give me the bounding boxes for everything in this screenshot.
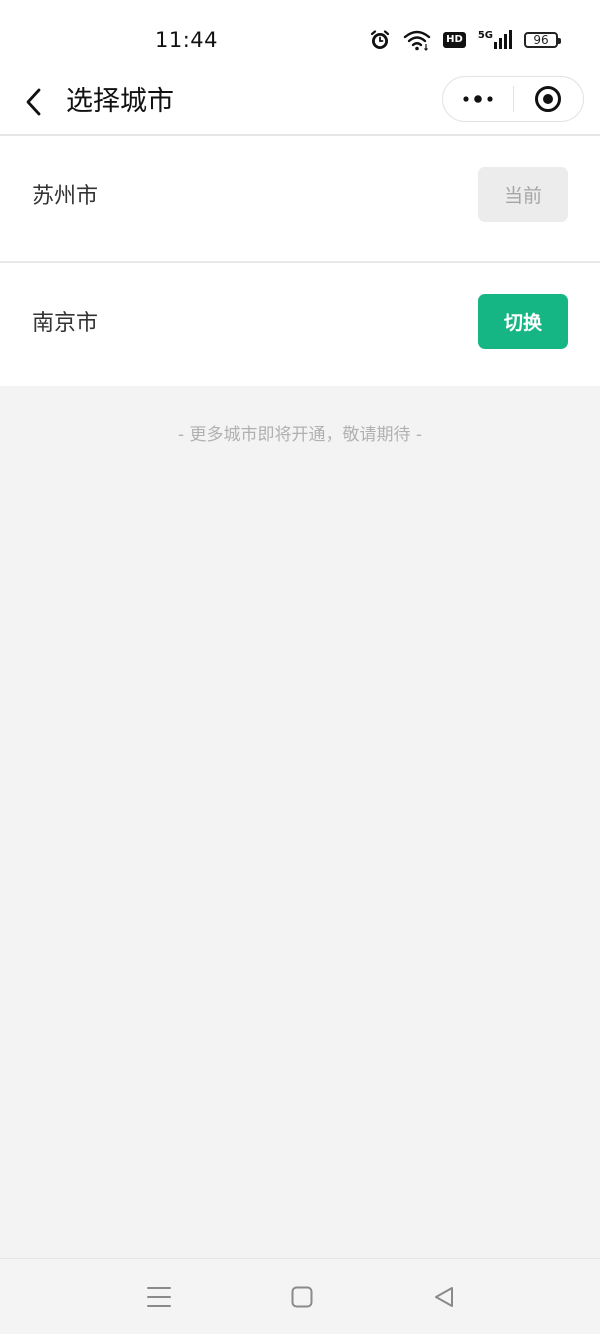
home-button[interactable] <box>286 1281 318 1313</box>
hd-icon: HD <box>443 32 466 48</box>
status-icons: HD 5G 96 <box>369 27 561 53</box>
network-label: 5G <box>477 30 493 41</box>
back-triangle-icon <box>435 1287 453 1307</box>
current-city-badge: 当前 <box>478 167 568 222</box>
system-back-button[interactable] <box>428 1281 460 1313</box>
miniprogram-capsule <box>442 76 584 122</box>
page-title: 选择城市 <box>66 86 174 117</box>
city-row-suzhou: 苏州市 当前 <box>0 136 600 261</box>
signal-5g-icon: 5G <box>478 30 512 50</box>
status-bar: 11:44 HD 5G 96 <box>0 0 600 72</box>
alarm-icon <box>369 29 391 51</box>
menu-lines-icon <box>147 1287 171 1307</box>
more-button[interactable] <box>443 77 513 121</box>
city-list: 苏州市 当前 南京市 切换 <box>0 136 600 386</box>
close-button[interactable] <box>514 77 584 121</box>
city-row-nanjing: 南京市 切换 <box>0 261 600 386</box>
city-name: 南京市 <box>32 311 99 336</box>
nav-bar: 选择城市 <box>0 72 600 136</box>
recent-apps-button[interactable] <box>143 1281 175 1313</box>
back-chevron-icon <box>26 88 41 116</box>
battery-level: 96 <box>533 33 549 47</box>
target-circle-icon <box>535 86 562 112</box>
battery-icon: 96 <box>524 32 561 48</box>
coming-soon-note: - 更多城市即将开通，敬请期待 - <box>177 425 423 445</box>
status-time: 11:44 <box>155 28 219 52</box>
more-dots-icon <box>463 95 493 103</box>
wifi-icon <box>403 29 431 51</box>
switch-city-button[interactable]: 切换 <box>478 294 568 349</box>
home-square-icon <box>291 1286 313 1308</box>
city-name: 苏州市 <box>32 184 99 209</box>
system-nav-bar <box>0 1258 600 1334</box>
back-button[interactable] <box>18 84 50 120</box>
